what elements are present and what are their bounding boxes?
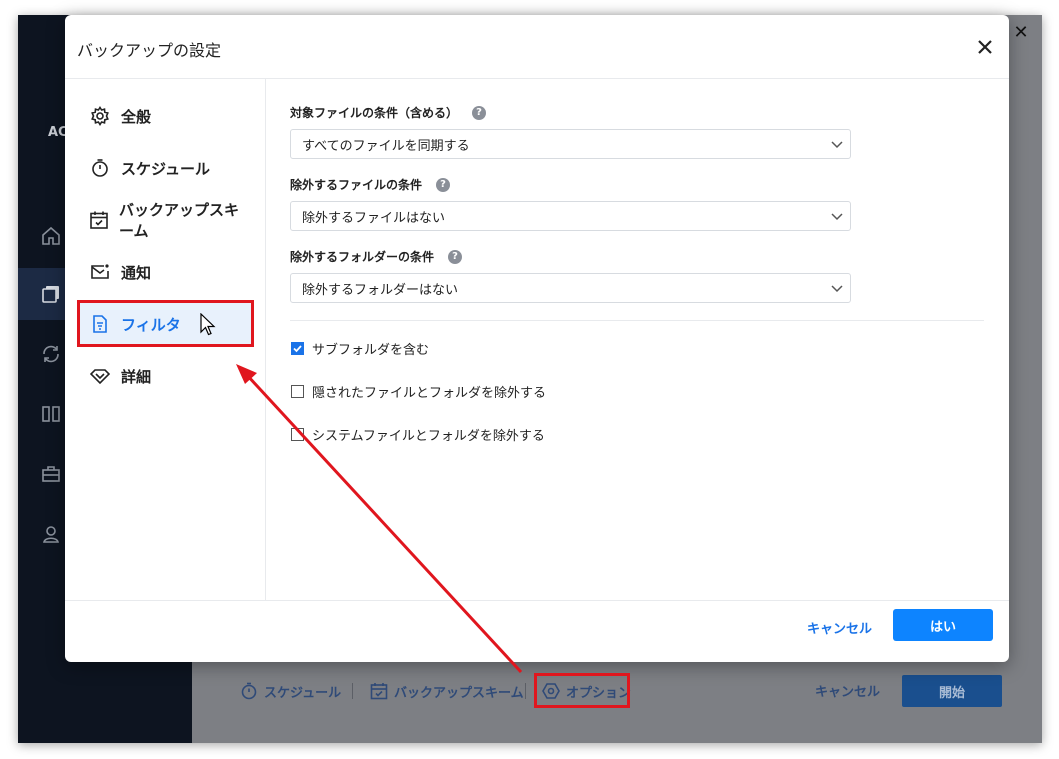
nav-item-advanced[interactable]: 詳細 <box>77 355 251 397</box>
calendar-check-icon <box>89 209 109 231</box>
nav-item-schedule[interactable]: スケジュール <box>77 147 251 189</box>
exclude-system-label: システムファイルとフォルダを除外する <box>312 429 545 444</box>
header-divider <box>65 78 1009 79</box>
mail-icon <box>89 261 111 283</box>
checkbox-unchecked-icon[interactable] <box>291 385 304 398</box>
columns-icon[interactable] <box>40 403 62 425</box>
exclude-folders-label: 除外するフォルダーの条件 ? <box>290 248 463 265</box>
bottom-options-button[interactable]: オプション <box>542 681 631 701</box>
settings-hex-icon <box>542 683 560 699</box>
copy-icon[interactable] <box>40 283 62 305</box>
include-condition-label: 対象ファイルの条件（含める） ? <box>290 104 487 121</box>
diamond-icon <box>89 365 111 387</box>
nav-label-schedule: スケジュール <box>121 159 210 178</box>
nav-label-general: 全般 <box>121 107 152 126</box>
exclude-folders-value: 除外するフォルダーはない <box>302 282 459 298</box>
exclude-folders-select[interactable]: 除外するフォルダーはない <box>290 273 851 303</box>
nav-item-filter[interactable]: フィルタ <box>77 303 251 345</box>
dialog-cancel-button[interactable]: キャンセル <box>807 618 872 637</box>
toolbox-icon[interactable] <box>40 463 62 485</box>
bottom-schedule-label: スケジュール <box>264 685 342 701</box>
include-subfolders-checkbox[interactable]: サブフォルダを含む <box>291 339 429 358</box>
help-icon[interactable]: ? <box>448 249 463 264</box>
chevron-down-icon <box>831 285 843 293</box>
nav-item-notification[interactable]: 通知 <box>77 251 251 293</box>
bottom-divider <box>525 683 526 699</box>
help-icon[interactable]: ? <box>472 105 487 120</box>
bottom-scheme-label: バックアップスキーム <box>394 685 524 701</box>
include-condition-text: 対象ファイルの条件（含める） <box>290 106 459 120</box>
timer-icon <box>241 682 257 700</box>
bottom-scheme-button[interactable]: バックアップスキーム <box>370 681 524 701</box>
footer-divider <box>65 600 1009 601</box>
dialog-ok-button[interactable]: はい <box>893 609 993 641</box>
exclude-folders-text: 除外するフォルダーの条件 <box>290 250 435 264</box>
checkbox-unchecked-icon[interactable] <box>291 428 304 441</box>
timer-icon <box>89 157 111 179</box>
include-condition-select[interactable]: すべてのファイルを同期する <box>290 129 851 159</box>
bottom-divider <box>352 683 353 699</box>
exclude-files-label: 除外するファイルの条件 ? <box>290 176 451 193</box>
home-icon[interactable] <box>40 225 62 247</box>
exclude-hidden-label: 隠されたファイルとフォルダを除外する <box>312 386 547 401</box>
bottom-options-label: オプション <box>566 685 632 701</box>
sync-icon[interactable] <box>40 343 62 365</box>
backup-settings-dialog: バックアップの設定 全般 スケジュール バックアップスキーム 通知 フィルタ 詳… <box>65 15 1009 662</box>
nav-item-backup-scheme[interactable]: バックアップスキーム <box>77 199 251 241</box>
filter-doc-icon <box>89 313 111 335</box>
bottom-schedule-button[interactable]: スケジュール <box>240 681 341 701</box>
nav-item-general[interactable]: 全般 <box>77 95 251 137</box>
exclude-system-checkbox[interactable]: システムファイルとフォルダを除外する <box>291 425 545 444</box>
user-icon[interactable] <box>40 523 62 545</box>
close-icon[interactable] <box>973 35 997 59</box>
mouse-cursor-icon <box>200 313 216 336</box>
section-divider <box>290 320 984 321</box>
nav-divider <box>265 79 266 600</box>
nav-label-filter: フィルタ <box>121 315 181 334</box>
exclude-hidden-checkbox[interactable]: 隠されたファイルとフォルダを除外する <box>291 382 546 401</box>
app-start-button[interactable]: 開始 <box>902 675 1002 707</box>
exclude-files-select[interactable]: 除外するファイルはない <box>290 201 851 231</box>
nav-label-notification: 通知 <box>121 263 152 282</box>
include-subfolders-label: サブフォルダを含む <box>312 343 430 358</box>
dialog-title: バックアップの設定 <box>77 41 222 60</box>
app-close-icon[interactable]: ✕ <box>1011 23 1031 43</box>
chevron-down-icon <box>831 213 843 221</box>
nav-label-backup-scheme: バックアップスキーム <box>119 201 240 240</box>
chevron-down-icon <box>831 141 843 149</box>
exclude-files-text: 除外するファイルの条件 <box>290 178 423 192</box>
help-icon[interactable]: ? <box>436 177 451 192</box>
app-cancel-button[interactable]: キャンセル <box>815 681 880 700</box>
checkbox-checked-icon[interactable] <box>291 342 304 355</box>
nav-label-advanced: 詳細 <box>121 367 152 386</box>
exclude-files-value: 除外するファイルはない <box>302 210 446 226</box>
include-condition-value: すべてのファイルを同期する <box>302 138 470 154</box>
gear-icon <box>89 105 111 127</box>
calendar-check-icon <box>370 683 388 700</box>
